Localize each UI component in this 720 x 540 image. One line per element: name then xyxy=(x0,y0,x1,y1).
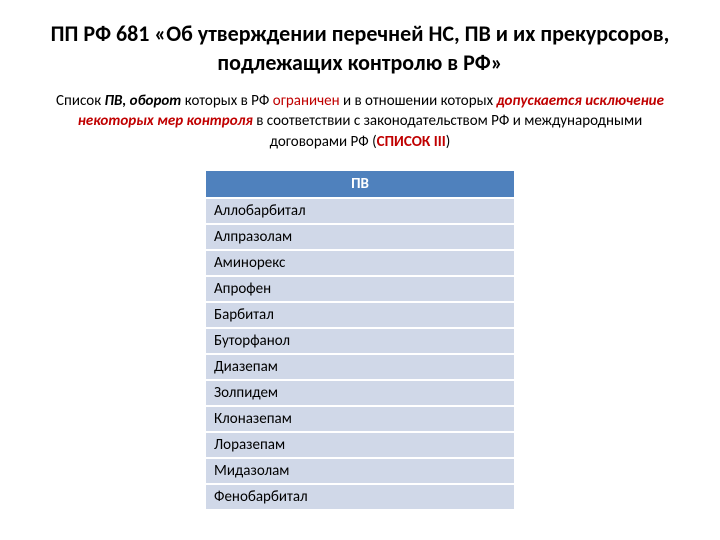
subtitle-part: которых в РФ xyxy=(181,92,272,110)
subtitle: Список ПВ, оборот которых в РФ ограничен… xyxy=(40,91,680,152)
table-row: Алпразолам xyxy=(205,224,515,250)
table-row: Аллобарбитал xyxy=(205,198,515,224)
subtitle-part: ПВ, оборот xyxy=(105,92,182,110)
table-row: Фенобарбитал xyxy=(205,484,515,510)
page-title: ПП РФ 681 «Об утверждении перечней НС, П… xyxy=(40,20,680,77)
table-row: Золпидем xyxy=(205,380,515,406)
subtitle-part: и в отношении которых xyxy=(340,92,497,110)
table-row: Лоразепам xyxy=(205,432,515,458)
table-row: Буторфанол xyxy=(205,328,515,354)
table-row: Мидазолам xyxy=(205,458,515,484)
subtitle-part: Список xyxy=(56,92,105,110)
subtitle-part: ) xyxy=(446,133,451,151)
table-row: Клоназепам xyxy=(205,406,515,432)
table-row: Барбитал xyxy=(205,302,515,328)
subtitle-part: СПИСОК III xyxy=(377,133,446,151)
table-row: Апрофен xyxy=(205,276,515,302)
table: ПВ Аллобарбитал Алпразолам Аминорекс Апр… xyxy=(205,170,515,510)
table-header: ПВ xyxy=(205,170,515,198)
subtitle-part: ограничен xyxy=(273,92,340,110)
table-row: Аминорекс xyxy=(205,250,515,276)
table-row: Диазепам xyxy=(205,354,515,380)
